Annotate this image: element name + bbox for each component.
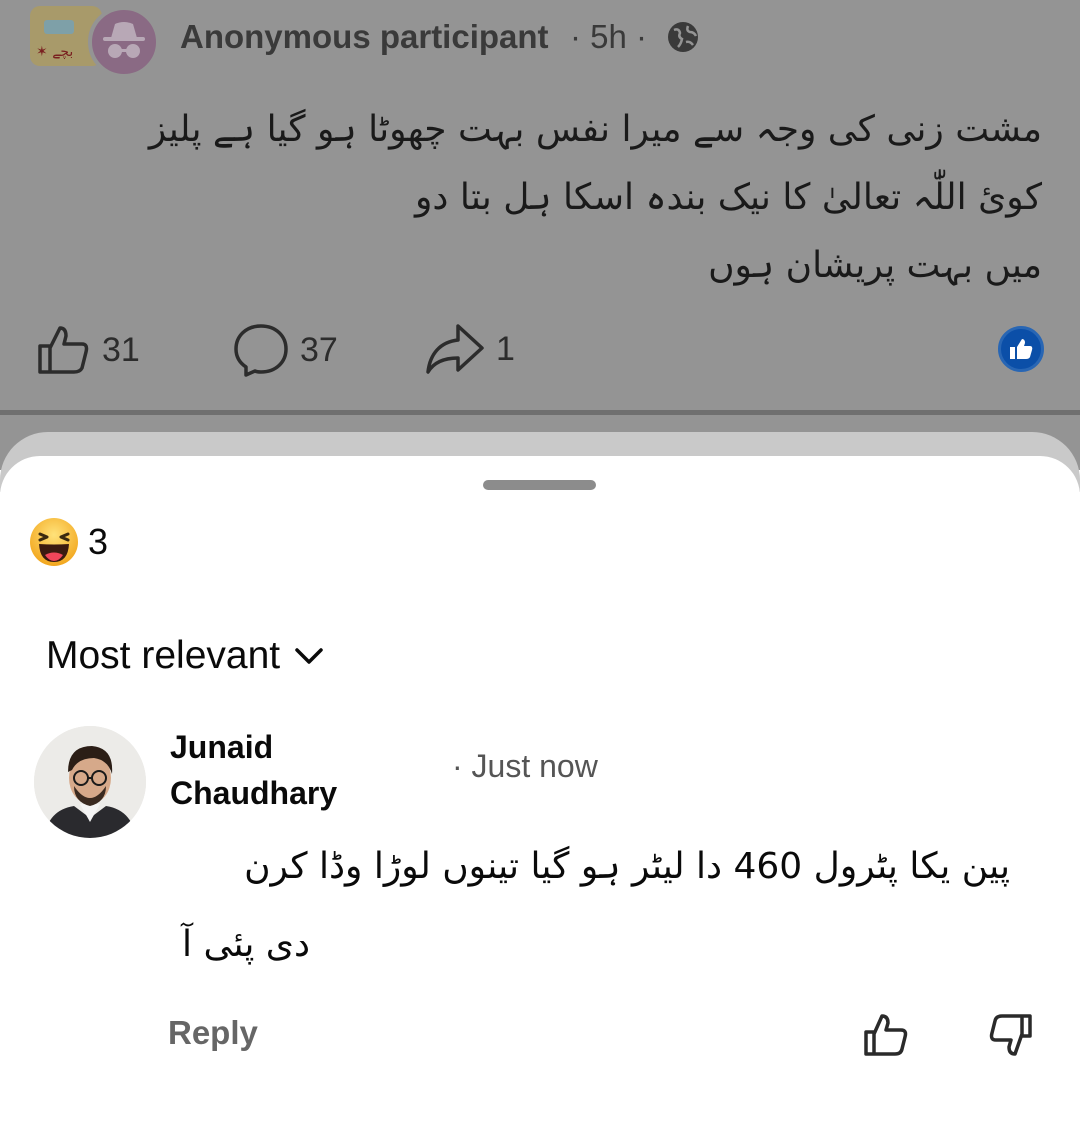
drag-handle[interactable] [483,480,596,490]
comment-count: 37 [300,330,338,369]
thumbs-up-icon[interactable] [862,1012,910,1058]
reaction-summary[interactable]: 3 [28,516,108,568]
post-author[interactable]: Anonymous participant [180,18,549,56]
share-icon [426,324,484,374]
share-button[interactable]: 1 [424,322,515,376]
sort-label: Most relevant [46,634,281,677]
like-count: 31 [102,330,140,369]
comment-time: · Just now [452,748,598,784]
commenter-avatar[interactable] [34,726,146,838]
post-text-line: مشت زنی کی وجہ سے میرا نفس بہت چھوٹا ہو … [148,109,1042,150]
chevron-down-icon [295,648,323,664]
like-reaction-badge [998,326,1044,372]
divider [0,410,1080,415]
comment-text-line: دی پئی آ [182,924,310,965]
post-time: · 5h · [570,18,648,55]
like-badge-icon [1010,339,1033,359]
like-icon [38,326,89,374]
sort-dropdown[interactable]: Most relevant [46,634,324,678]
share-count: 1 [496,329,515,368]
post-text-line: میں بہت پریشان ہوں [708,245,1042,286]
comment-text-line: پین یکا پٹرول 460 دا لیٹر ہو گیا تینوں ل… [244,846,1010,887]
reply-button[interactable]: Reply [168,1014,258,1052]
like-button[interactable]: 31 [36,322,140,378]
reaction-count: 3 [88,521,109,562]
haha-reaction-icon [30,518,78,566]
comment-body: پین یکا پٹرول 460 دا لیٹر ہو گیا تینوں ل… [160,828,1010,984]
comment-icon [234,324,288,377]
comment-button[interactable]: 37 [232,322,338,378]
background-post: ✶ بچے Anonymous participant · 5h · مشت ز… [0,0,1080,470]
post-body: مشت زنی کی وجہ سے میرا نفس بہت چھوٹا ہو … [32,96,1042,300]
anonymous-avatar-icon[interactable] [88,6,160,78]
commenter-name[interactable]: Junaid Chaudhary [170,724,370,816]
globe-icon [668,22,698,52]
post-text-line: کوئ اللّٰہ تعالیٰ کا نیک بندہ اسکا ہل بت… [415,177,1042,218]
thumbs-down-icon[interactable] [988,1012,1034,1058]
post-action-bar: 31 37 1 [0,312,1080,382]
comments-sheet: 3 Most relevant Junaid Chaudhary · Just … [0,456,1080,1134]
